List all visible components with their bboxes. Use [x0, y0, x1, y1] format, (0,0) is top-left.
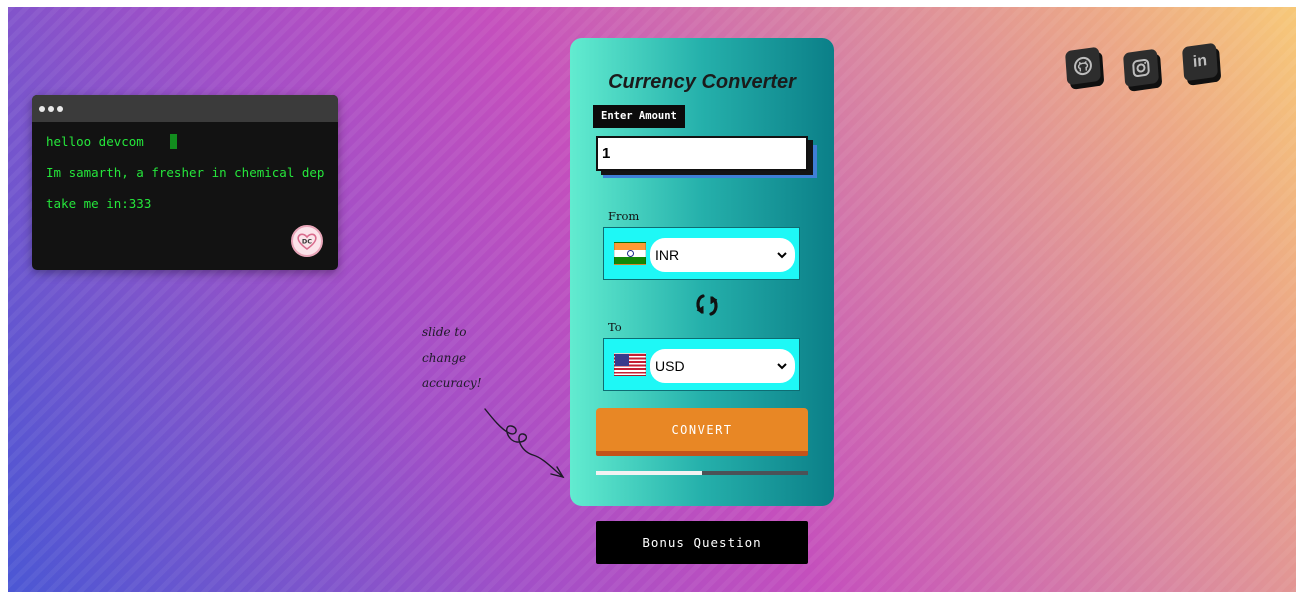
linkedin-icon-text: in — [1192, 52, 1208, 71]
from-currency-value: INR — [655, 247, 680, 263]
terminal-cursor — [169, 134, 177, 149]
to-currency-select[interactable]: USD — [650, 349, 795, 383]
to-label: To — [608, 320, 622, 334]
converter-title: Currency Converter — [608, 71, 796, 93]
bonus-question-button[interactable]: Bonus Question — [596, 521, 808, 564]
usa-flag-icon — [614, 353, 646, 376]
convert-button[interactable]: CONVERT — [596, 408, 808, 456]
page-background: helloo devcom Im samarth, a fresher in c… — [8, 7, 1296, 592]
terminal-body: helloo devcom Im samarth, a fresher in c… — [32, 122, 338, 227]
chevron-down-icon — [777, 362, 787, 369]
chevron-down-icon — [777, 251, 787, 258]
terminal-line-text: take me in:333 — [46, 196, 152, 211]
from-currency-select[interactable]: INR — [650, 238, 795, 272]
slider-hint-line: accuracy! — [422, 376, 482, 390]
curly-arrow-icon — [484, 408, 565, 479]
terminal-title-bar — [32, 95, 338, 122]
devcom-logo[interactable]: DC — [291, 225, 323, 257]
ashoka-chakra-icon — [627, 250, 634, 257]
terminal-line: Im samarth, a fresher in chemical dep — [46, 165, 338, 196]
window-dot — [39, 105, 45, 112]
amount-input[interactable] — [596, 136, 808, 171]
instagram-link[interactable] — [1121, 48, 1161, 88]
slider-hint-line: change — [422, 350, 467, 365]
devcom-logo-text: DC — [302, 238, 312, 246]
terminal-window: helloo devcom Im samarth, a fresher in c… — [32, 95, 338, 270]
window-dot — [57, 105, 63, 112]
github-icon — [1064, 46, 1102, 86]
terminal-line-text: Im samarth, a fresher in chemical dep — [46, 165, 325, 180]
amount-label: Enter Amount — [593, 105, 685, 128]
india-flag-icon — [614, 242, 646, 265]
accuracy-slider[interactable] — [596, 471, 808, 475]
github-link[interactable] — [1063, 46, 1103, 86]
window-dot — [48, 105, 54, 112]
swap-currencies-icon[interactable] — [694, 291, 720, 319]
linkedin-icon: in — [1181, 42, 1219, 82]
accuracy-slider-fill — [596, 471, 702, 475]
to-currency-box: USD — [603, 338, 800, 391]
linkedin-link[interactable]: in — [1180, 42, 1220, 82]
to-currency-value: USD — [655, 358, 685, 374]
usa-flag-canton — [615, 354, 629, 366]
terminal-line: take me in:333 — [46, 196, 338, 227]
currency-converter-card: Currency Converter Enter Amount From INR… — [570, 38, 834, 506]
terminal-line: helloo devcom — [46, 134, 338, 165]
terminal-line-text: helloo devcom — [46, 134, 144, 149]
slider-hint-line: slide to — [422, 325, 467, 339]
slider-hint: slide to change accuracy! — [422, 320, 482, 397]
instagram-icon — [1122, 48, 1160, 88]
devcom-heart-icon: DC — [297, 233, 317, 250]
from-label: From — [608, 209, 640, 223]
from-currency-box: INR — [603, 227, 800, 280]
